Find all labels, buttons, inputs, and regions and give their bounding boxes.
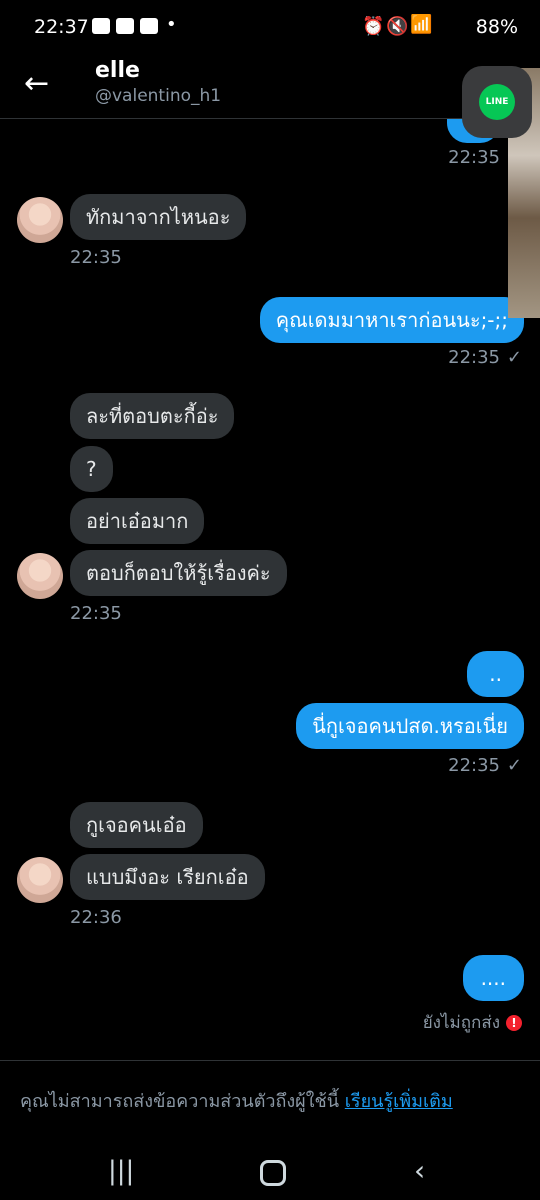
message-bubble-incoming[interactable]: ตอบก็ตอบให้รู้เรื่องค่ะ bbox=[70, 550, 287, 596]
shop-icon bbox=[140, 18, 158, 34]
message-bubble-incoming[interactable]: แบบมึงอะ เรียกเอ๋อ bbox=[70, 854, 265, 900]
recent-apps-icon[interactable]: ||| bbox=[108, 1156, 134, 1186]
avatar[interactable] bbox=[17, 553, 63, 599]
message-timestamp: 22:35 bbox=[448, 147, 500, 168]
message-timestamp: 22:35 bbox=[70, 247, 122, 268]
message-bubble-outgoing[interactable]: นี่กูเจอคนปสด.หรอเนี่ย bbox=[296, 703, 524, 749]
sent-check-icon: ✓ bbox=[506, 347, 522, 368]
message-bubble-incoming[interactable]: อย่าเอ๋อมาก bbox=[70, 498, 205, 544]
gallery-icon bbox=[92, 18, 110, 34]
message-timestamp: 22:35 bbox=[448, 755, 500, 776]
message-bubble-outgoing[interactable]: .. bbox=[467, 651, 524, 697]
message-timestamp: 22:36 bbox=[70, 907, 122, 928]
message-bubble-outgoing[interactable]: คุณเดมมาหาเราก่อนนะ;-;; bbox=[259, 297, 524, 343]
conversation-header: ← elle @valentino_h1 bbox=[0, 56, 540, 118]
message-bubble-outgoing[interactable]: .... bbox=[462, 955, 524, 1001]
wifi-icon: 📶 bbox=[410, 14, 433, 35]
message-timestamp: 22:35 bbox=[448, 347, 500, 368]
send-failed-text: ยังไม่ถูกส่ง bbox=[422, 1013, 500, 1033]
message-bubble-incoming[interactable]: ทักมาจากไหนอะ bbox=[70, 194, 247, 240]
avatar[interactable] bbox=[17, 197, 63, 243]
alarm-icon: ⏰ bbox=[362, 16, 385, 37]
system-nav-bar: ||| ‹ bbox=[0, 1140, 540, 1200]
dm-restricted-notice: คุณไม่สามารถส่งข้อความส่วนตัวถึงผู้ใช้นี… bbox=[20, 1086, 453, 1115]
more-notifications-dot-icon: • bbox=[166, 14, 177, 35]
home-icon[interactable] bbox=[260, 1160, 286, 1186]
error-icon: ! bbox=[506, 1015, 522, 1031]
nav-back-icon[interactable]: ‹ bbox=[414, 1154, 425, 1187]
message-bubble-incoming[interactable]: ? bbox=[70, 446, 113, 492]
battery-level: 88% bbox=[475, 16, 518, 38]
app-notification-icon bbox=[116, 18, 134, 34]
back-arrow-icon[interactable]: ← bbox=[24, 66, 49, 101]
avatar[interactable] bbox=[17, 857, 63, 903]
contact-name: elle bbox=[95, 58, 140, 83]
contact-handle: @valentino_h1 bbox=[95, 86, 222, 106]
footer-divider bbox=[0, 1060, 540, 1061]
line-app-icon: LINE bbox=[479, 84, 515, 120]
status-bar: 22:37 • ⏰ 🔇 📶 88% bbox=[0, 0, 540, 56]
message-bubble-incoming[interactable]: ละที่ตอบตะกี้อ่ะ bbox=[70, 393, 235, 439]
sent-check-icon: ✓ bbox=[506, 755, 522, 776]
status-time: 22:37 bbox=[34, 16, 89, 38]
learn-more-link[interactable]: เรียนรู้เพิ่มเติม bbox=[345, 1091, 453, 1112]
mute-icon: 🔇 bbox=[386, 16, 409, 37]
floating-line-bubble[interactable]: LINE bbox=[462, 66, 532, 138]
notice-text: คุณไม่สามารถส่งข้อความส่วนตัวถึงผู้ใช้นี… bbox=[20, 1091, 340, 1112]
message-bubble-incoming[interactable]: กูเจอคนเอ๋อ bbox=[70, 802, 203, 848]
message-timestamp: 22:35 bbox=[70, 603, 122, 624]
message-send-status: ยังไม่ถูกส่ง! bbox=[423, 1009, 522, 1036]
message-list[interactable]: ?? 22:35 ทักมาจากไหนอะ 22:35 คุณเดมมาหาเ… bbox=[0, 119, 540, 1059]
